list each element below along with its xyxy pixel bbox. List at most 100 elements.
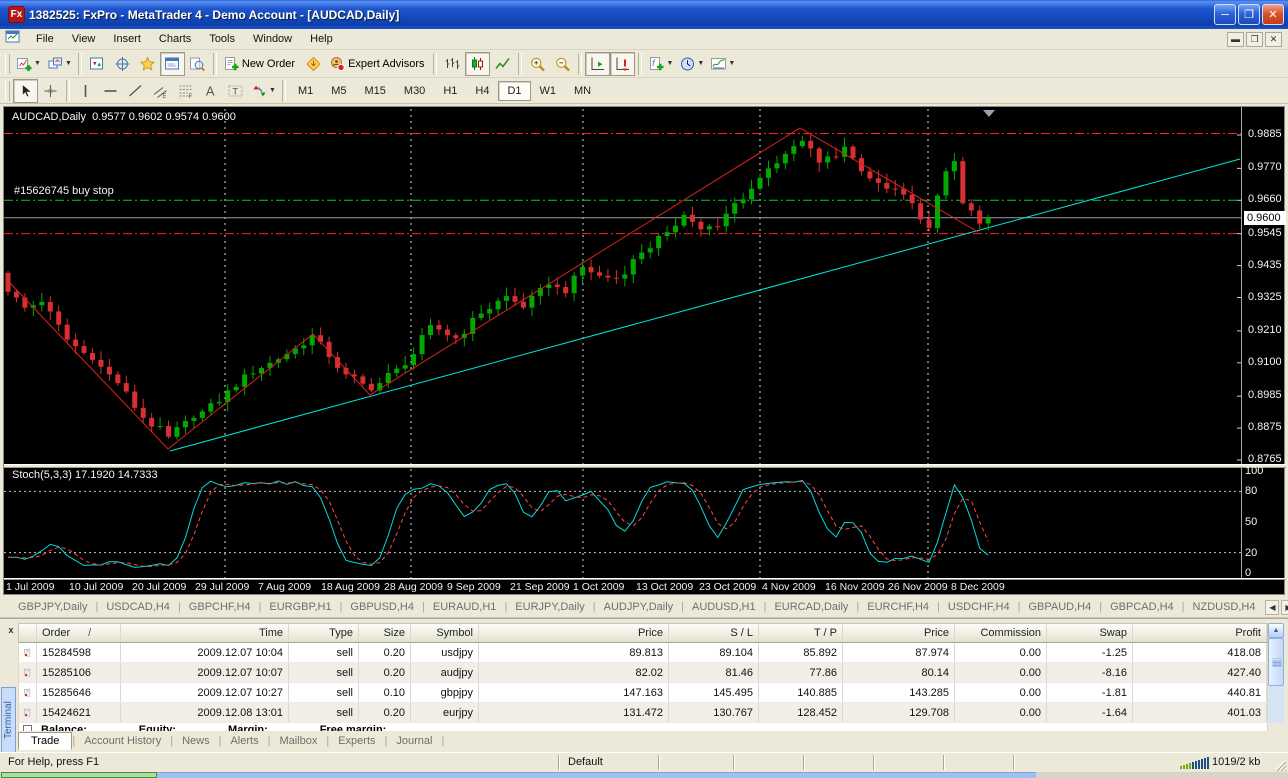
timeframe-m15-button[interactable]: M15 bbox=[356, 81, 395, 101]
chart-tab-euraud[interactable]: EURAUD,H1 bbox=[425, 599, 505, 615]
text-label-button[interactable]: T bbox=[223, 79, 248, 103]
chart-tab-gbpcad[interactable]: GBPCAD,H4 bbox=[1102, 599, 1182, 615]
candlestick-chart-button[interactable] bbox=[465, 52, 490, 76]
tabs-scroll-right-button[interactable]: ▶ bbox=[1281, 600, 1288, 615]
mdi-close-button[interactable]: ✕ bbox=[1265, 32, 1282, 47]
metaeditor-button[interactable] bbox=[301, 52, 326, 76]
templates-button[interactable]: ▼ bbox=[707, 52, 738, 76]
horizontal-line-button[interactable] bbox=[98, 79, 123, 103]
mdi-minimize-button[interactable]: ▬ bbox=[1227, 32, 1244, 47]
mdi-restore-button[interactable]: ❐ bbox=[1246, 32, 1263, 47]
new-order-button[interactable]: New Order bbox=[220, 52, 301, 76]
column-header-price[interactable]: Price bbox=[843, 624, 955, 642]
order-row[interactable]: 152845982009.12.07 10:04sell0.20usdjpy89… bbox=[18, 643, 1268, 663]
column-header-price[interactable]: Price bbox=[479, 624, 669, 642]
order-row[interactable]: 154246212009.12.08 13:01sell0.20eurjpy13… bbox=[18, 703, 1268, 723]
tabs-scroll-left-button[interactable]: ◀ bbox=[1265, 600, 1279, 615]
timeframe-h4-button[interactable]: H4 bbox=[466, 81, 498, 101]
chart-tab-usdchf[interactable]: USDCHF,H4 bbox=[940, 599, 1018, 615]
profiles-button[interactable]: ▼ bbox=[44, 52, 75, 76]
periods-button[interactable]: ▼ bbox=[676, 52, 707, 76]
menu-tools[interactable]: Tools bbox=[200, 30, 244, 48]
chart-tab-eurjpy[interactable]: EURJPY,Daily bbox=[507, 599, 593, 615]
order-row[interactable]: 152851062009.12.07 10:07sell0.20audjpy82… bbox=[18, 663, 1268, 683]
timeframe-m5-button[interactable]: M5 bbox=[322, 81, 355, 101]
column-header-type[interactable]: Type bbox=[289, 624, 359, 642]
scrollbar[interactable]: ▲ bbox=[1268, 623, 1284, 723]
order-row[interactable]: 152856462009.12.07 10:27sell0.10gbpjpy14… bbox=[18, 683, 1268, 703]
column-header-symbol[interactable]: Symbol bbox=[411, 624, 479, 642]
zoom-in-button[interactable] bbox=[525, 52, 550, 76]
candlestick-chart[interactable] bbox=[4, 107, 1286, 580]
trend-line-button[interactable] bbox=[123, 79, 148, 103]
column-header-order[interactable]: Order/ bbox=[37, 624, 121, 642]
indicators-button[interactable]: f▼ bbox=[645, 52, 676, 76]
dropdown-caret-icon[interactable]: ▼ bbox=[666, 60, 673, 67]
terminal-tab-trade[interactable]: Trade bbox=[18, 732, 72, 750]
pane-divider[interactable] bbox=[4, 464, 1286, 468]
dropdown-caret-icon[interactable]: ▼ bbox=[728, 60, 735, 67]
chart-tab-gbpaud[interactable]: GBPAUD,H4 bbox=[1020, 599, 1099, 615]
column-header-size[interactable]: Size bbox=[359, 624, 411, 642]
chart-area[interactable]: AUDCAD,Daily 0.9577 0.9602 0.9574 0.9600… bbox=[3, 106, 1285, 595]
column-header-time[interactable]: Time bbox=[121, 624, 289, 642]
equidistant-channel-button[interactable]: E bbox=[148, 79, 173, 103]
text-button[interactable]: A bbox=[198, 79, 223, 103]
timeframe-w1-button[interactable]: W1 bbox=[531, 81, 566, 101]
chart-tab-gbpchf[interactable]: GBPCHF,H4 bbox=[181, 599, 259, 615]
chart-tab-audusd[interactable]: AUDUSD,H1 bbox=[684, 599, 764, 615]
dropdown-caret-icon[interactable]: ▼ bbox=[697, 60, 704, 67]
pane-divider[interactable] bbox=[4, 578, 1286, 580]
timeframe-d1-button[interactable]: D1 bbox=[498, 81, 530, 101]
data-window-button[interactable] bbox=[110, 52, 135, 76]
scrollbar-thumb[interactable] bbox=[1268, 638, 1284, 686]
terminal-tab-alerts[interactable]: Alerts bbox=[221, 733, 267, 749]
menu-window[interactable]: Window bbox=[244, 30, 301, 48]
minimize-button[interactable]: ─ bbox=[1214, 4, 1236, 25]
auto-scroll-button[interactable] bbox=[585, 52, 610, 76]
column-header-t-p[interactable]: T / P bbox=[759, 624, 843, 642]
terminal-tab-account-history[interactable]: Account History bbox=[75, 733, 170, 749]
timeframe-m30-button[interactable]: M30 bbox=[395, 81, 434, 101]
arrows-button[interactable]: ▼ bbox=[248, 79, 279, 103]
terminal-side-tab[interactable]: Terminal bbox=[1, 687, 16, 753]
terminal-tab-experts[interactable]: Experts bbox=[329, 733, 384, 749]
fibonacci-button[interactable]: F bbox=[173, 79, 198, 103]
terminal-tab-mailbox[interactable]: Mailbox bbox=[270, 733, 326, 749]
new-chart-button[interactable]: ▼ bbox=[13, 52, 44, 76]
chart-tab-eurgbp[interactable]: EURGBP,H1 bbox=[261, 599, 339, 615]
menu-view[interactable]: View bbox=[63, 30, 105, 48]
strategy-tester-button[interactable] bbox=[185, 52, 210, 76]
timeframe-mn-button[interactable]: MN bbox=[565, 81, 600, 101]
scroll-up-icon[interactable]: ▲ bbox=[1268, 623, 1284, 638]
toolbar-grip[interactable] bbox=[5, 54, 10, 74]
expert-advisors-button[interactable]: Expert Advisors bbox=[326, 52, 430, 76]
market-watch-button[interactable] bbox=[85, 52, 110, 76]
menu-charts[interactable]: Charts bbox=[150, 30, 200, 48]
dropdown-caret-icon[interactable]: ▼ bbox=[65, 60, 72, 67]
column-header-swap[interactable]: Swap bbox=[1047, 624, 1133, 642]
column-header-commission[interactable]: Commission bbox=[955, 624, 1047, 642]
terminal-button[interactable] bbox=[160, 52, 185, 76]
line-chart-button[interactable] bbox=[490, 52, 515, 76]
bar-chart-button[interactable] bbox=[440, 52, 465, 76]
column-header-icon[interactable] bbox=[19, 624, 37, 642]
toolbar-grip[interactable] bbox=[5, 81, 10, 101]
terminal-close-icon[interactable]: x bbox=[5, 624, 17, 636]
close-button[interactable]: ✕ bbox=[1262, 4, 1284, 25]
crosshair-tool-button[interactable] bbox=[38, 79, 63, 103]
navigator-button[interactable] bbox=[135, 52, 160, 76]
chart-tab-audjpy[interactable]: AUDJPY,Daily bbox=[596, 599, 682, 615]
timeframe-h1-button[interactable]: H1 bbox=[434, 81, 466, 101]
dropdown-caret-icon[interactable]: ▼ bbox=[34, 60, 41, 67]
dropdown-caret-icon[interactable]: ▼ bbox=[269, 87, 276, 94]
chart-tab-eurcad[interactable]: EURCAD,Daily bbox=[766, 599, 856, 615]
terminal-tab-journal[interactable]: Journal bbox=[387, 733, 441, 749]
chart-tab-eurchf[interactable]: EURCHF,H4 bbox=[859, 599, 937, 615]
timeframe-m1-button[interactable]: M1 bbox=[289, 81, 322, 101]
cursor-button[interactable] bbox=[13, 79, 38, 103]
status-profile[interactable]: Default bbox=[568, 756, 603, 768]
column-header-profit[interactable]: Profit bbox=[1133, 624, 1267, 642]
column-header-s-l[interactable]: S / L bbox=[669, 624, 759, 642]
chart-tab-nzdusd[interactable]: NZDUSD,H4 bbox=[1185, 599, 1264, 615]
